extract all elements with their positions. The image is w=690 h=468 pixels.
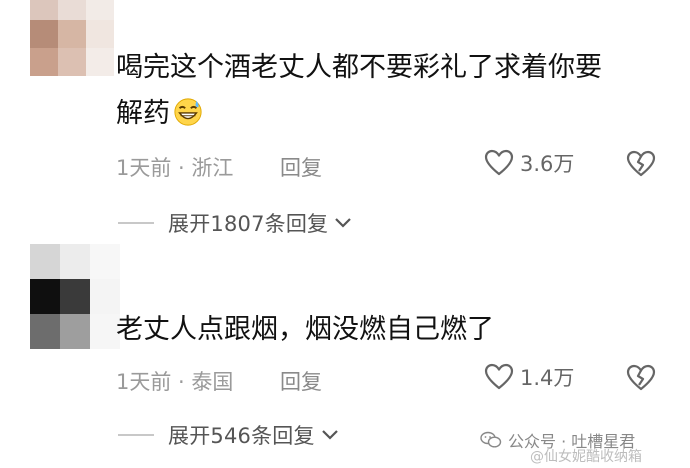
avatar-pixel [90,244,120,279]
avatar-pixel [60,314,90,349]
dislike-button[interactable] [626,364,656,396]
avatar-pixel [30,20,58,48]
expand-replies-label: 展开546条回复 [168,424,315,448]
avatar-pixel [30,244,60,279]
grinning-sweat-emoji-icon [174,98,202,126]
expand-replies-button[interactable]: 展开1807条回复 [118,208,352,238]
avatar[interactable] [30,0,114,76]
wechat-icon [480,431,502,448]
like-button[interactable]: 1.4万 [484,362,574,392]
dislike-button[interactable] [626,150,656,182]
broken-heart-icon [626,150,656,177]
comment-text: 喝完这个酒老丈人都不要彩礼了求着你要 [116,52,602,83]
avatar-pixel [30,48,58,76]
reply-button[interactable]: 回复 [280,152,322,182]
broken-heart-icon [626,364,656,391]
expand-replies-label: 展开1807条回复 [168,212,329,236]
avatar-pixel [86,20,114,48]
comment-text: 解药 [116,92,203,136]
avatar-pixel [30,0,58,20]
avatar-pixel [86,48,114,76]
comment-text: 老丈人点跟烟，烟没燃自己燃了 [116,314,494,345]
like-count: 3.6万 [520,152,575,176]
avatar[interactable] [30,244,120,349]
avatar-pixel [58,0,86,20]
avatar-pixel [30,279,60,314]
avatar-pixel [58,20,86,48]
heart-icon [484,149,514,176]
heart-icon [484,363,514,390]
avatar-pixel [60,244,90,279]
comment-meta: 1天前 · 浙江 [116,156,234,180]
reply-button[interactable]: 回复 [280,366,322,396]
watermark-subtext: @仙女妮酷收纳箱 [530,449,642,465]
chevron-down-icon [321,430,338,440]
like-count: 1.4万 [520,366,575,390]
avatar-pixel [30,314,60,349]
avatar-pixel [60,279,90,314]
avatar-pixel [58,48,86,76]
divider [118,222,154,224]
like-button[interactable]: 3.6万 [484,148,574,178]
comment-meta: 1天前 · 泰国 [116,370,234,394]
expand-replies-button[interactable]: 展开546条回复 [118,420,339,450]
divider [118,434,154,436]
comment-text-line: 解药 [116,98,170,129]
avatar-pixel [86,0,114,20]
chevron-down-icon [335,218,352,228]
